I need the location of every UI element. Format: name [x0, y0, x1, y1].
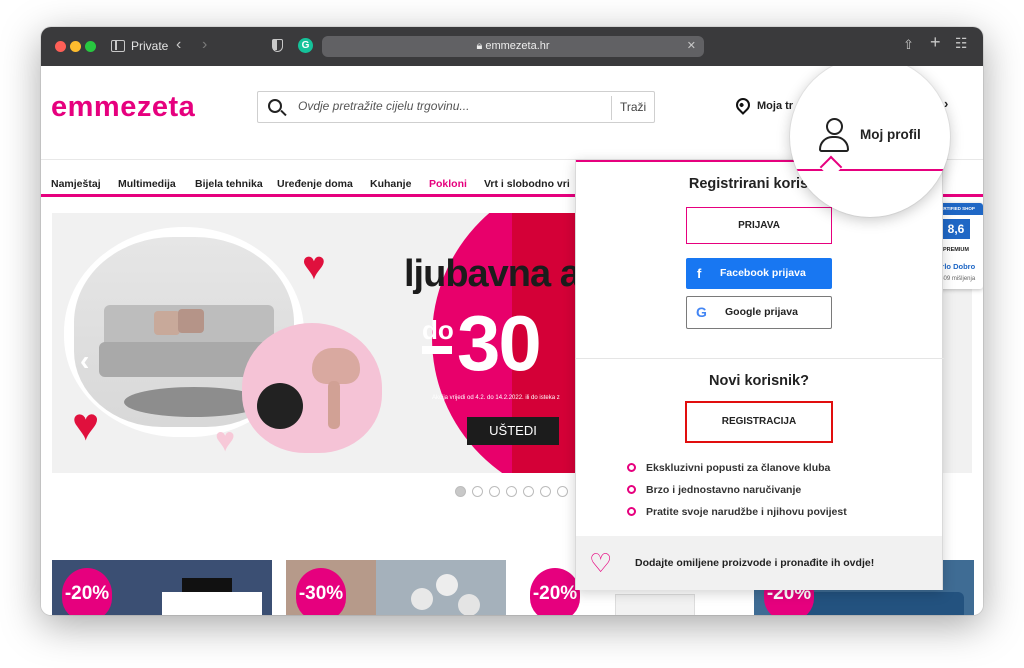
- hairdryer-diffuser: [257, 383, 303, 429]
- url-text: 🔒︎ emmezeta.hr: [476, 40, 550, 52]
- forward-arrow-icon[interactable]: ›: [202, 37, 207, 53]
- new-user-title: Novi korisnik?: [709, 373, 809, 389]
- menu-item-multimedija[interactable]: Multimedija: [118, 178, 176, 190]
- pendant-lamp: [458, 594, 480, 615]
- back-arrow-icon[interactable]: ‹: [176, 37, 181, 53]
- sofa: [804, 592, 964, 615]
- search-button[interactable]: Traži: [620, 100, 646, 114]
- new-tab-plus-icon[interactable]: +: [930, 33, 941, 51]
- dropdown-caret: [819, 155, 843, 179]
- tv-stand: [162, 592, 262, 615]
- facebook-login-button[interactable]: f Facebook prijava: [686, 258, 832, 289]
- product-tile[interactable]: -20%: [52, 560, 272, 615]
- wishlist-footer[interactable]: ♡ Dodajte omiljene proizvode i pronađite…: [576, 536, 942, 590]
- carousel-dot[interactable]: [489, 486, 500, 497]
- pendant-lamp: [436, 574, 458, 596]
- url-value: emmezeta.hr: [485, 40, 550, 52]
- browser-window: Private ‹ › G 🔒︎ emmezeta.hr ✕ ⇧ + ☷ emm…: [41, 27, 983, 615]
- carousel-dot[interactable]: [540, 486, 551, 497]
- google-login-button[interactable]: G Google prijava: [686, 296, 832, 329]
- facebook-login-label: Facebook prijava: [720, 267, 806, 279]
- carousel-dot[interactable]: [523, 486, 534, 497]
- bullet-ring-icon: [627, 507, 636, 516]
- microwave: [615, 594, 695, 615]
- login-button[interactable]: PRIJAVA: [686, 207, 832, 244]
- search-icon: [268, 99, 282, 113]
- sidebar-toggle-icon[interactable]: [111, 40, 125, 52]
- discount-badge: -30%: [296, 568, 346, 615]
- register-button[interactable]: REGISTRACIJA: [685, 401, 833, 443]
- hairdryer-handle: [328, 381, 340, 429]
- menu-item-pokloni[interactable]: Pokloni: [429, 178, 467, 190]
- save-cta-button[interactable]: UŠTEDI: [467, 417, 559, 445]
- heart-decoration-icon: ♥: [72, 398, 100, 450]
- address-bar[interactable]: 🔒︎ emmezeta.hr ✕: [322, 36, 704, 57]
- minimize-window-button[interactable]: [70, 41, 81, 52]
- user-icon[interactable]: [819, 118, 849, 152]
- site-logo[interactable]: emmezeta: [51, 91, 195, 124]
- search-divider: [611, 96, 612, 120]
- banner-prev-arrow-icon[interactable]: ‹: [80, 345, 89, 377]
- privacy-shield-icon[interactable]: [272, 39, 283, 52]
- pillow: [154, 311, 180, 335]
- menu-item-kuhanje[interactable]: Kuhanje: [370, 178, 411, 190]
- trusted-score: 8,6: [942, 219, 970, 239]
- heart-outline-icon: ♡: [589, 548, 613, 578]
- carousel-dot[interactable]: [506, 486, 517, 497]
- promo-title: ljubavna ak: [404, 253, 601, 295]
- benefit-label: Ekskluzivni popusti za članove kluba: [646, 462, 831, 474]
- carousel-dot[interactable]: [472, 486, 483, 497]
- discount-badge: -20%: [530, 568, 580, 615]
- facebook-icon: f: [697, 266, 702, 281]
- wishlist-hint: Dodajte omiljene proizvode i pronađite i…: [635, 557, 875, 569]
- promo-percent: 30: [457, 299, 542, 387]
- magnifier-accent-line: [790, 169, 950, 171]
- discount-badge: -20%: [62, 568, 112, 615]
- user-icon-head: [826, 118, 843, 135]
- bullet-ring-icon: [627, 463, 636, 472]
- search-box: Traži: [257, 91, 655, 123]
- tab-overview-icon[interactable]: ☷: [955, 36, 968, 50]
- pendant-lamp: [411, 588, 433, 610]
- tv: [182, 578, 232, 592]
- promo-do-label: do: [422, 315, 454, 345]
- search-input[interactable]: [298, 99, 598, 113]
- close-window-button[interactable]: [55, 41, 66, 52]
- user-icon-body: [819, 136, 849, 152]
- promo-validity: Akcija vrijedi od 4.2. do 14.2.2022. ili…: [432, 395, 560, 401]
- bullet-ring-icon: [627, 485, 636, 494]
- private-mode-label: Private: [131, 39, 169, 53]
- web-page: emmezeta Traži Moja tr › Namještaj Multi…: [41, 66, 983, 615]
- google-icon: G: [696, 304, 707, 320]
- menu-item-uredenje-doma[interactable]: Uređenje doma: [277, 178, 353, 190]
- promo-minus: [422, 346, 452, 354]
- carousel-dot[interactable]: [455, 486, 466, 497]
- hairdryer-heart: [242, 323, 382, 453]
- hairdryer-body: [312, 348, 360, 384]
- location-pin-icon[interactable]: [733, 95, 753, 115]
- pillow: [178, 309, 204, 333]
- menu-item-vrt[interactable]: Vrt i slobodno vri: [484, 178, 570, 190]
- heart-decoration-icon: ♥: [302, 244, 326, 288]
- benefit-label: Pratite svoje narudžbe i njihovu povijes…: [646, 506, 847, 518]
- clear-url-icon[interactable]: ✕: [687, 39, 696, 52]
- share-icon[interactable]: ⇧: [903, 38, 914, 51]
- grammarly-extension-icon[interactable]: G: [298, 38, 313, 53]
- browser-toolbar: Private ‹ › G 🔒︎ emmezeta.hr ✕ ⇧ + ☷: [41, 27, 983, 66]
- my-stores-link[interactable]: Moja tr: [757, 100, 793, 112]
- carousel-dot[interactable]: [557, 486, 568, 497]
- benefit-label: Brzo i jednostavno naručivanje: [646, 484, 802, 496]
- menu-item-bijela-tehnika[interactable]: Bijela tehnika: [195, 178, 263, 190]
- my-profile-link[interactable]: Moj profil: [860, 127, 921, 142]
- profile-dropdown: Registrirani korisnik PRIJAVA f Facebook…: [575, 159, 944, 590]
- zoom-window-button[interactable]: [85, 41, 96, 52]
- product-tile[interactable]: -30%: [286, 560, 506, 615]
- heart-decoration-icon: ♥: [215, 421, 236, 459]
- google-login-label: Google prijava: [725, 306, 798, 318]
- menu-item-namjestaj[interactable]: Namještaj: [51, 178, 101, 190]
- dropdown-divider: [576, 358, 944, 359]
